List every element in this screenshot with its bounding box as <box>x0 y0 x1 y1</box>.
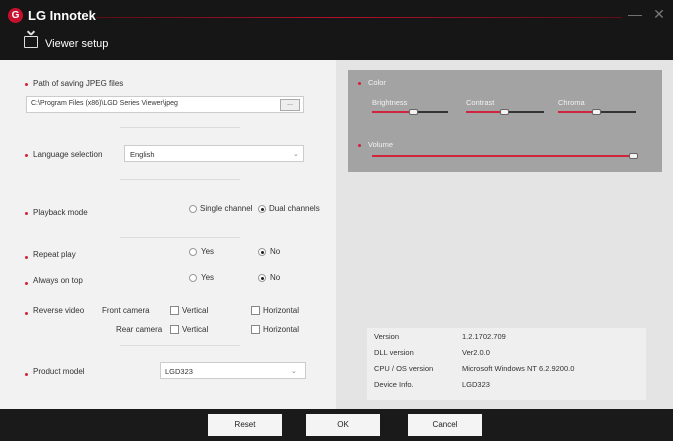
repeat-yes-label: Yes <box>201 247 215 256</box>
bullet-icon <box>25 212 28 215</box>
contrast-slider[interactable] <box>466 107 544 117</box>
divider <box>120 237 240 238</box>
reset-button[interactable]: Reset <box>208 414 282 436</box>
slider-knob[interactable] <box>500 109 509 115</box>
info-key: Device Info. <box>374 380 414 389</box>
rear-vertical-label: Vertical <box>182 325 209 334</box>
minimize-button[interactable]: — <box>628 6 642 22</box>
volume-slider[interactable] <box>372 151 638 161</box>
repeat-no-radio[interactable] <box>258 248 266 256</box>
page-title: Viewer setup <box>45 38 109 50</box>
divider <box>120 127 240 128</box>
bullet-icon <box>25 373 28 376</box>
info-value: LGD323 <box>462 380 490 389</box>
rear-vertical-checkbox[interactable] <box>170 325 179 334</box>
bullet-icon <box>25 256 28 259</box>
product-label: Product model <box>33 367 85 376</box>
slider-fill <box>372 155 638 157</box>
bullet-icon <box>358 82 361 85</box>
bullet-icon <box>25 282 28 285</box>
playback-single-label: Single channel <box>200 204 253 213</box>
rear-camera-label: Rear camera <box>116 325 163 334</box>
bullet-icon <box>25 154 28 157</box>
close-button[interactable]: ✕ <box>652 6 666 22</box>
cancel-button[interactable]: Cancel <box>408 414 482 436</box>
front-horizontal-checkbox[interactable] <box>251 306 260 315</box>
slider-knob[interactable] <box>592 109 601 115</box>
ontop-yes-label: Yes <box>201 273 215 282</box>
contrast-label: Contrast <box>466 98 495 107</box>
playback-label: Playback mode <box>33 208 88 217</box>
playback-single-radio[interactable] <box>189 205 197 213</box>
color-label: Color <box>368 78 386 87</box>
brand-name: LG Innotek <box>28 7 96 23</box>
ok-button[interactable]: OK <box>306 414 380 436</box>
info-key: CPU / OS version <box>374 364 434 373</box>
title-divider <box>96 17 622 18</box>
path-label: Path of saving JPEG files <box>33 79 124 88</box>
browse-button[interactable]: ... <box>280 99 300 111</box>
chevron-down-icon: ⌄ <box>293 151 299 158</box>
divider <box>120 179 240 180</box>
repeat-label: Repeat play <box>33 250 76 259</box>
ontop-no-label: No <box>270 273 281 282</box>
front-horizontal-label: Horizontal <box>263 306 300 315</box>
bullet-icon <box>25 83 28 86</box>
front-vertical-label: Vertical <box>182 306 209 315</box>
lg-logo-icon: G <box>8 7 23 23</box>
divider <box>120 345 240 346</box>
title-bar <box>0 0 673 30</box>
slider-knob[interactable] <box>629 153 638 159</box>
product-value: LGD323 <box>165 367 193 376</box>
chroma-label: Chroma <box>558 98 585 107</box>
info-value: Ver2.0.0 <box>462 348 490 357</box>
ontop-yes-radio[interactable] <box>189 274 197 282</box>
slider-fill <box>372 111 414 113</box>
path-value: C:\Program Files (x86)\LGD Series Viewer… <box>31 100 178 107</box>
rear-horizontal-checkbox[interactable] <box>251 325 260 334</box>
ontop-label: Always on top <box>33 276 83 285</box>
reverse-label: Reverse video <box>33 306 85 315</box>
repeat-no-label: No <box>270 247 281 256</box>
ontop-no-radio[interactable] <box>258 274 266 282</box>
brand: G LG Innotek <box>8 7 96 23</box>
brightness-slider[interactable] <box>372 107 448 117</box>
bullet-icon <box>358 144 361 147</box>
chroma-slider[interactable] <box>558 107 636 117</box>
info-key: DLL version <box>374 348 414 357</box>
info-key: Version <box>374 332 400 341</box>
info-value: Microsoft Windows NT 6.2.9200.0 <box>462 364 575 373</box>
playback-dual-radio[interactable] <box>258 205 266 213</box>
brightness-label: Brightness <box>372 98 408 107</box>
rear-horizontal-label: Horizontal <box>263 325 300 334</box>
playback-dual-label: Dual channels <box>269 204 320 213</box>
tv-icon <box>24 36 38 48</box>
volume-label: Volume <box>368 140 394 149</box>
bullet-icon <box>25 312 28 315</box>
slider-knob[interactable] <box>408 109 418 115</box>
language-label: Language selection <box>33 150 103 159</box>
language-value: English <box>130 150 155 159</box>
repeat-yes-radio[interactable] <box>189 248 197 256</box>
chevron-down-icon: ⌄ <box>291 368 297 375</box>
front-camera-label: Front camera <box>102 306 150 315</box>
info-value: 1.2.1702.709 <box>462 332 506 341</box>
front-vertical-checkbox[interactable] <box>170 306 179 315</box>
